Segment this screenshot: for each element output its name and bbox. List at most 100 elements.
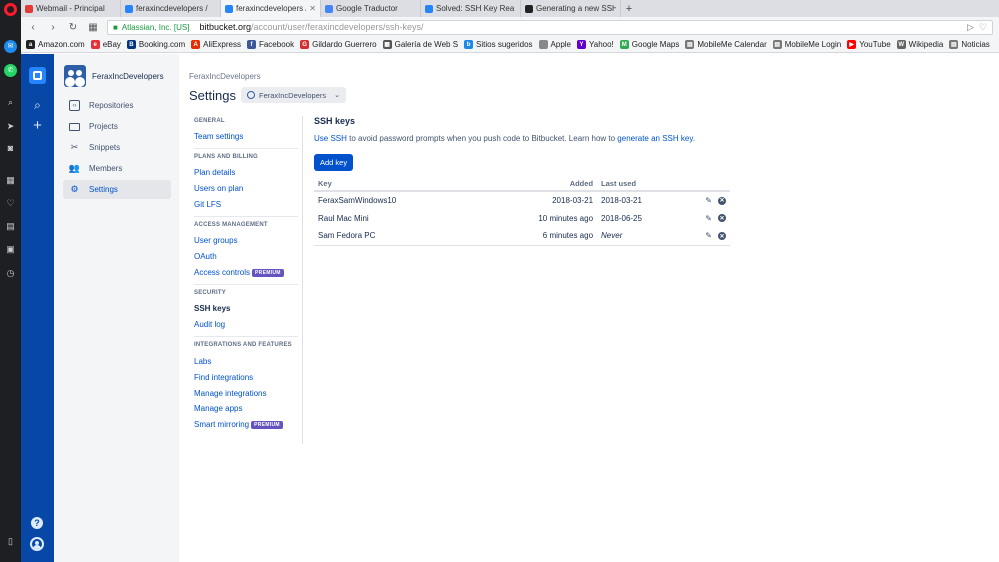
sidebar-item-repositories[interactable]: ‹› Repositories	[63, 96, 171, 115]
extensions-icon[interactable]: ▣	[4, 243, 17, 256]
table-row: FeraxSamWindows10 2018-03-21 2018-03-21 …	[314, 191, 730, 209]
key-last-used: 2018-03-21	[597, 191, 690, 209]
add-key-button[interactable]: Add key	[314, 154, 353, 171]
key-last-used: Never	[597, 227, 690, 245]
delete-icon[interactable]: ✕	[718, 214, 726, 222]
news-icon[interactable]: ▤	[4, 220, 17, 233]
bookmark-label: Sitios sugeridos	[476, 40, 532, 49]
settings-link-labs[interactable]: Labs	[194, 357, 211, 366]
send-to-flow-icon[interactable]: ▷	[967, 22, 974, 33]
settings-link-find-integrations[interactable]: Find integrations	[194, 373, 253, 382]
search-icon[interactable]: ⌕	[4, 96, 17, 109]
whatsapp-icon[interactable]: ✆	[4, 64, 17, 77]
create-plus-icon[interactable]: +	[30, 118, 45, 133]
history-icon[interactable]: ◷	[4, 267, 17, 280]
bookmark-item[interactable]: GGildardo Guerrero	[300, 40, 376, 49]
settings-link-audit-log[interactable]: Audit log	[194, 320, 225, 329]
column-header-actions	[690, 176, 730, 191]
bookmark-item[interactable]: AAliExpress	[191, 40, 241, 49]
settings-link-team-settings[interactable]: Team settings	[194, 132, 243, 141]
url-field[interactable]: ■ Atlassian, Inc. [US] bitbucket.org/acc…	[107, 20, 993, 35]
browser-tab-active[interactable]: feraxincdevelopers / ✕	[221, 0, 321, 17]
forward-icon[interactable]: ›	[47, 22, 59, 33]
bookmark-item[interactable]: MGoogle Maps	[620, 40, 680, 49]
settings-link-users-on-plan[interactable]: Users on plan	[194, 184, 243, 193]
bookmark-item[interactable]: BBooking.com	[127, 40, 185, 49]
sidebar-toggle-icon[interactable]: ▯	[4, 535, 17, 548]
browser-tab[interactable]: Generating a new SSH	[521, 0, 621, 17]
sidebar-item-snippets[interactable]: ✂ Snippets	[63, 138, 171, 157]
delete-icon[interactable]: ✕	[718, 197, 726, 205]
bookmark-item[interactable]: YYahoo!	[577, 40, 614, 49]
bookmark-item[interactable]: ▤MobileMe Calendar	[685, 40, 766, 49]
settings-link-manage-apps[interactable]: Manage apps	[194, 404, 242, 413]
messenger-icon[interactable]: ✉	[4, 40, 17, 53]
table-row: Raul Mac Mini 10 minutes ago 2018-06-25 …	[314, 209, 730, 227]
send-icon[interactable]: ➤	[4, 120, 17, 133]
help-icon[interactable]: ?	[31, 517, 43, 529]
bookmark-item[interactable]: WWikipedia	[897, 40, 944, 49]
bookmark-item[interactable]: ▤Noticias	[949, 40, 989, 49]
back-icon[interactable]: ‹	[27, 22, 39, 33]
settings-link-smart-mirroring[interactable]: Smart mirroring PREMIUM	[194, 420, 283, 429]
settings-link-user-groups[interactable]: User groups	[194, 236, 238, 245]
bookmark-label: Galería de Web S	[395, 40, 458, 49]
pencil-icon[interactable]: ✎	[705, 214, 712, 223]
tab-favicon-icon	[225, 5, 233, 13]
speed-dial-icon[interactable]: ▦	[4, 174, 17, 187]
opera-logo-icon[interactable]	[4, 3, 17, 16]
camera-icon[interactable]: ◙	[4, 142, 17, 155]
key-added: 6 minutes ago	[478, 227, 597, 245]
close-icon[interactable]: ✕	[309, 4, 316, 13]
bookmark-item[interactable]: ▶YouTube	[847, 40, 890, 49]
sidebar-item-projects[interactable]: Projects	[63, 117, 171, 136]
settings-link-label: Access controls	[194, 268, 250, 277]
bitbucket-logo-icon[interactable]	[29, 67, 46, 84]
bookmark-item[interactable]: eeBay	[91, 40, 121, 49]
url-host: bitbucket.org	[199, 22, 251, 32]
sidebar-item-label: Snippets	[89, 143, 120, 152]
settings-link-ssh-keys[interactable]: SSH keys	[194, 304, 230, 313]
bookmark-item[interactable]: Apple	[539, 40, 571, 49]
members-icon: 👥	[69, 163, 80, 174]
bookmark-item[interactable]: ▤MobileMe Login	[773, 40, 841, 49]
pencil-icon[interactable]: ✎	[705, 231, 712, 240]
global-nav: ⌕ + ?	[21, 54, 54, 562]
generate-ssh-key-link[interactable]: generate an SSH key	[617, 134, 692, 143]
tab-favicon-icon	[25, 5, 33, 13]
settings-link-manage-integrations[interactable]: Manage integrations	[194, 389, 267, 398]
browser-tab[interactable]: Solved: SSH Key Rea	[421, 0, 521, 17]
settings-link-access-controls[interactable]: Access controls PREMIUM	[194, 268, 284, 277]
bookmark-favicon-icon: f	[247, 40, 256, 49]
browser-tab[interactable]: Google Traductor	[321, 0, 421, 17]
column-header-key: Key	[314, 176, 478, 191]
new-tab-button[interactable]: +	[621, 0, 637, 17]
browser-tab[interactable]: Webmail - Principal	[21, 0, 121, 17]
heart-icon[interactable]: ♡	[4, 197, 17, 210]
settings-link-plan-details[interactable]: Plan details	[194, 168, 235, 177]
speed-dial-icon[interactable]: ▦	[87, 22, 99, 33]
ssh-keys-table: Key Added Last used FeraxSamWindows10 20…	[314, 176, 730, 246]
bookmark-item[interactable]: aAmazon.com	[26, 40, 85, 49]
account-dropdown[interactable]: FeraxIncDevelopers ⌄	[241, 87, 346, 103]
team-header[interactable]: FeraxIncDevelopers	[64, 65, 164, 87]
bookmark-item[interactable]: bSitios sugeridos	[464, 40, 532, 49]
browser-tab[interactable]: feraxincdevelopers /	[121, 0, 221, 17]
key-last-used: 2018-06-25	[597, 209, 690, 227]
sidebar-item-members[interactable]: 👥 Members	[63, 159, 171, 178]
bookmark-item[interactable]: fFacebook	[247, 40, 294, 49]
search-icon[interactable]: ⌕	[30, 97, 45, 112]
avatar[interactable]	[30, 537, 44, 551]
sidebar-item-settings[interactable]: ⚙ Settings	[63, 180, 171, 199]
settings-link-oauth[interactable]: OAuth	[194, 252, 217, 261]
settings-link-git-lfs[interactable]: Git LFS	[194, 200, 221, 209]
scissors-icon: ✂	[69, 142, 80, 153]
bookmark-item[interactable]: ▦Galería de Web S	[383, 40, 458, 49]
bookmark-heart-icon[interactable]: ♡	[979, 22, 987, 33]
reload-icon[interactable]: ↻	[67, 22, 79, 33]
breadcrumb[interactable]: FeraxIncDevelopers	[189, 72, 261, 81]
pencil-icon[interactable]: ✎	[705, 196, 712, 205]
bookmark-label: Booking.com	[139, 40, 185, 49]
delete-icon[interactable]: ✕	[718, 232, 726, 240]
use-ssh-link[interactable]: Use SSH	[314, 134, 347, 143]
